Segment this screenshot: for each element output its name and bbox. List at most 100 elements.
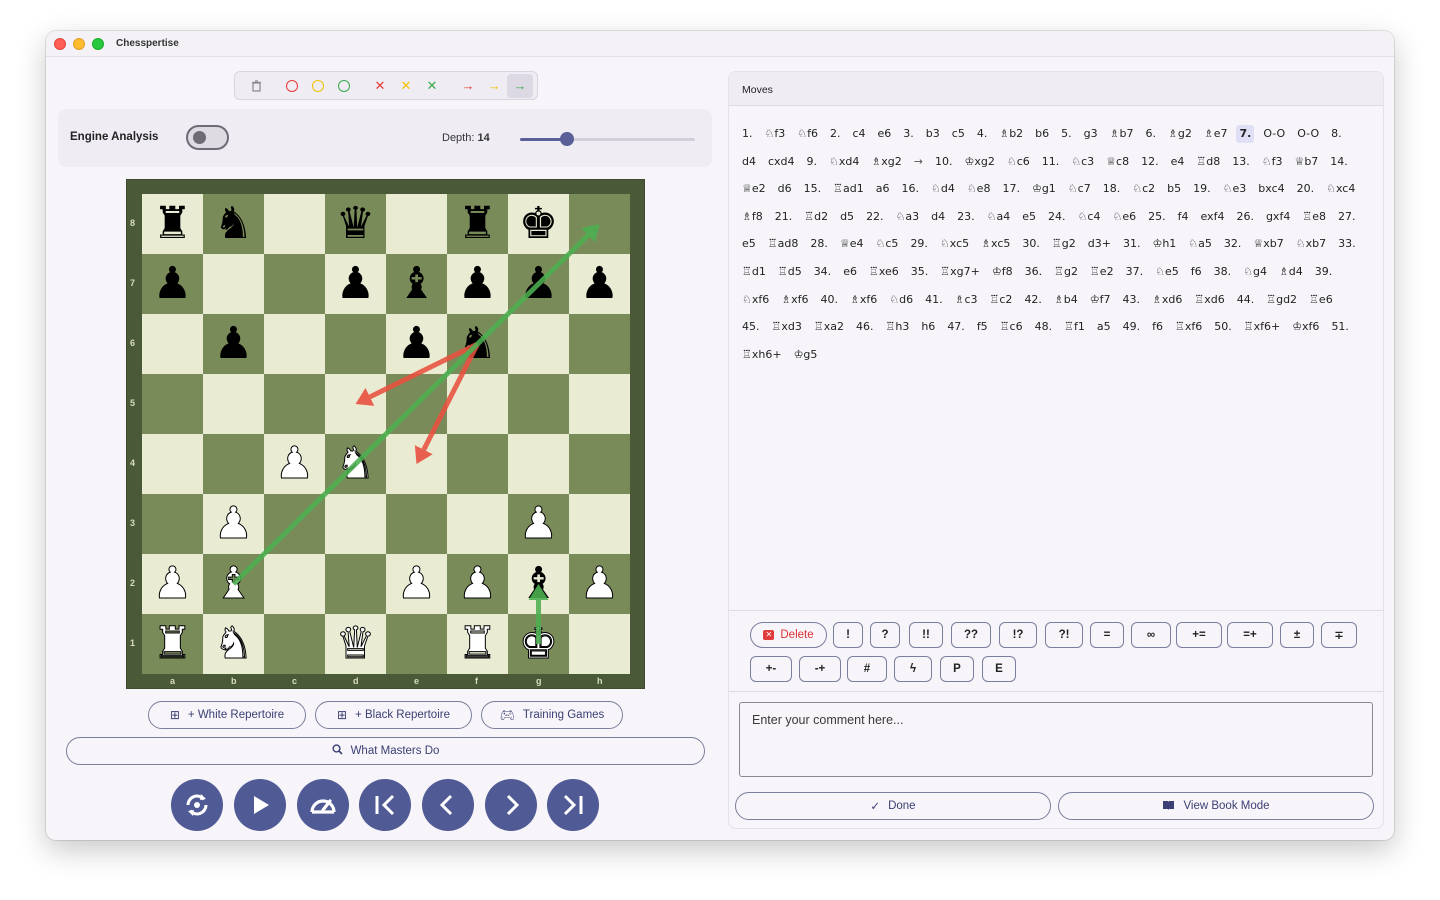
- square-g2[interactable]: ♝: [508, 554, 569, 614]
- move[interactable]: ♘f3: [1259, 153, 1286, 171]
- move[interactable]: a5: [1094, 318, 1114, 336]
- square-h3[interactable]: [569, 494, 630, 554]
- move[interactable]: ♘c5: [873, 235, 902, 253]
- green-cross-tool[interactable]: ✕: [419, 74, 445, 98]
- variation-arrow-icon[interactable]: →: [911, 153, 926, 171]
- nag-button[interactable]: E: [982, 656, 1016, 682]
- black-knight-icon[interactable]: ♞: [458, 322, 497, 366]
- black-rook-icon[interactable]: ♜: [458, 202, 497, 246]
- board-grid[interactable]: ♜ ♞ ♛ ♜ ♚ ♟ ♟ ♝ ♟ ♟ ♟ ♟ ♟ ♞ ♟ ♞ ♟ ♟ ♟ ♝ ♟ ♟ ♝ ♟ ♜ ♞ ♛ ♜ ♚: [142, 194, 630, 674]
- square-c4[interactable]: ♟: [264, 434, 325, 494]
- square-c5[interactable]: [264, 374, 325, 434]
- nag-button[interactable]: +=: [1176, 622, 1222, 648]
- square-e6[interactable]: ♟: [386, 314, 447, 374]
- square-d2[interactable]: [325, 554, 386, 614]
- move[interactable]: ♗g2: [1165, 125, 1195, 143]
- move[interactable]: f5: [974, 318, 991, 336]
- nag-button[interactable]: ?!: [1045, 622, 1083, 648]
- move[interactable]: ♖d2: [801, 208, 831, 226]
- move[interactable]: ♘c2: [1129, 180, 1158, 198]
- move[interactable]: ♗c3: [952, 291, 981, 309]
- square-b8[interactable]: ♞: [203, 194, 264, 254]
- square-a2[interactable]: ♟: [142, 554, 203, 614]
- square-e7[interactable]: ♝: [386, 254, 447, 314]
- nag-button[interactable]: -+: [799, 656, 841, 682]
- square-c6[interactable]: [264, 314, 325, 374]
- square-h4[interactable]: [569, 434, 630, 494]
- square-f6[interactable]: ♞: [447, 314, 508, 374]
- black-knight-icon[interactable]: ♞: [214, 202, 253, 246]
- white-king-icon[interactable]: ♚: [518, 621, 558, 666]
- square-g8[interactable]: ♚: [508, 194, 569, 254]
- move[interactable]: ♖g2: [1049, 235, 1079, 253]
- square-g1[interactable]: ♚: [508, 614, 569, 674]
- move[interactable]: d3+: [1085, 235, 1114, 253]
- move[interactable]: ♖d1: [739, 263, 769, 281]
- move[interactable]: ♘c7: [1065, 180, 1094, 198]
- square-f3[interactable]: [447, 494, 508, 554]
- move[interactable]: ♔f8: [989, 263, 1016, 281]
- move[interactable]: ♘c4: [1075, 208, 1104, 226]
- white-pawn-icon[interactable]: ♟: [274, 441, 314, 486]
- move[interactable]: ♔g1: [1029, 180, 1059, 198]
- move[interactable]: ♖e2: [1087, 263, 1117, 281]
- move[interactable]: d4: [739, 153, 759, 171]
- move[interactable]: ♗xc5: [978, 235, 1013, 253]
- square-c7[interactable]: [264, 254, 325, 314]
- white-pawn-icon[interactable]: ♟: [579, 561, 619, 606]
- move[interactable]: ♗e7: [1201, 125, 1231, 143]
- square-g3[interactable]: ♟: [508, 494, 569, 554]
- nag-button[interactable]: P: [940, 656, 974, 682]
- move[interactable]: ♖ad1: [830, 180, 867, 198]
- move[interactable]: ♖xd6: [1191, 291, 1227, 309]
- white-pawn-icon[interactable]: ♟: [152, 561, 192, 606]
- square-f2[interactable]: ♟: [447, 554, 508, 614]
- move[interactable]: ♖g2: [1051, 263, 1081, 281]
- done-button[interactable]: ✓ Done: [735, 792, 1051, 820]
- black-bishop-icon[interactable]: ♝: [519, 562, 558, 606]
- move[interactable]: e4: [1168, 153, 1188, 171]
- nag-button[interactable]: !: [833, 622, 863, 648]
- move[interactable]: ♘c6: [1004, 153, 1033, 171]
- move[interactable]: exf4: [1197, 208, 1227, 226]
- move[interactable]: b3: [923, 125, 943, 143]
- move[interactable]: ♖e6: [1306, 291, 1336, 309]
- nag-button[interactable]: !?: [999, 622, 1037, 648]
- move[interactable]: d5: [837, 208, 857, 226]
- move[interactable]: bxc4: [1255, 180, 1287, 198]
- move[interactable]: ♖xh6+: [739, 346, 785, 364]
- move[interactable]: ♘xf6: [739, 291, 772, 309]
- move[interactable]: ♕b7: [1291, 153, 1321, 171]
- nag-button[interactable]: #: [847, 656, 887, 682]
- move[interactable]: ♔h1: [1149, 235, 1179, 253]
- square-h6[interactable]: [569, 314, 630, 374]
- square-a8[interactable]: ♜: [142, 194, 203, 254]
- move[interactable]: O-O: [1260, 125, 1288, 143]
- white-pawn-icon[interactable]: ♟: [396, 561, 436, 606]
- move[interactable]: ♘xc4: [1323, 180, 1358, 198]
- move[interactable]: ♘a4: [984, 208, 1014, 226]
- move[interactable]: b6: [1032, 125, 1052, 143]
- square-e5[interactable]: [386, 374, 447, 434]
- black-pawn-icon[interactable]: ♟: [336, 262, 375, 306]
- comment-input[interactable]: [739, 702, 1373, 777]
- move[interactable]: ♖ad8: [765, 235, 802, 253]
- move[interactable]: ♗f8: [739, 208, 766, 226]
- minimize-window-button[interactable]: [73, 38, 85, 50]
- move[interactable]: ♖d5: [775, 263, 805, 281]
- move[interactable]: ♘a5: [1185, 235, 1215, 253]
- move[interactable]: ♔f7: [1087, 291, 1114, 309]
- move[interactable]: f6: [1149, 318, 1166, 336]
- move[interactable]: ♘a3: [893, 208, 923, 226]
- white-knight-icon[interactable]: ♞: [213, 621, 253, 666]
- move[interactable]: ♖xd3: [769, 318, 805, 336]
- move[interactable]: ♘f6: [794, 125, 821, 143]
- move[interactable]: ♔g5: [791, 346, 821, 364]
- move[interactable]: c5: [949, 125, 968, 143]
- square-e4[interactable]: [386, 434, 447, 494]
- white-pawn-icon[interactable]: ♟: [213, 501, 253, 546]
- square-h7[interactable]: ♟: [569, 254, 630, 314]
- green-circle-tool[interactable]: [331, 74, 357, 98]
- square-f4[interactable]: [447, 434, 508, 494]
- move[interactable]: ♘e5: [1152, 263, 1182, 281]
